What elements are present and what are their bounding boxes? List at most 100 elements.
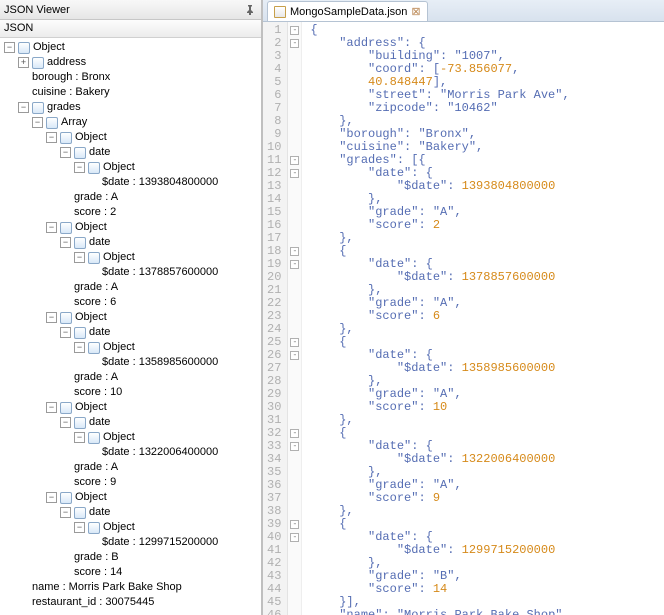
- node-label: date: [89, 325, 110, 340]
- collapse-icon[interactable]: −: [74, 342, 85, 353]
- collapse-icon[interactable]: −: [46, 222, 57, 233]
- fold-cell: [288, 583, 301, 596]
- fold-toggle-icon[interactable]: -: [290, 442, 299, 451]
- tree-node[interactable]: −Object: [0, 310, 261, 325]
- collapse-icon[interactable]: −: [46, 312, 57, 323]
- tree-node[interactable]: $date : 1299715200000: [0, 535, 261, 550]
- fold-toggle-icon[interactable]: -: [290, 429, 299, 438]
- code-content[interactable]: { "address": { "building": "1007", "coor…: [302, 22, 569, 615]
- fold-toggle-icon[interactable]: -: [290, 247, 299, 256]
- code-line[interactable]: },: [310, 414, 569, 427]
- collapse-icon[interactable]: −: [74, 162, 85, 173]
- tree-node[interactable]: −Object: [0, 220, 261, 235]
- fold-toggle-icon[interactable]: -: [290, 520, 299, 529]
- tree-node[interactable]: score : 14: [0, 565, 261, 580]
- node-label: score : 2: [74, 205, 116, 220]
- tree-node[interactable]: $date : 1358985600000: [0, 355, 261, 370]
- collapse-icon[interactable]: −: [4, 42, 15, 53]
- tree-node[interactable]: −Object: [0, 520, 261, 535]
- tree-node[interactable]: −Object: [0, 130, 261, 145]
- node-label: score : 6: [74, 295, 116, 310]
- tree-node[interactable]: score : 2: [0, 205, 261, 220]
- code-line[interactable]: },: [310, 323, 569, 336]
- tree-spacer: [60, 282, 71, 293]
- tree-node[interactable]: −Array: [0, 115, 261, 130]
- tree-node[interactable]: − grades: [0, 100, 261, 115]
- file-tab[interactable]: MongoSampleData.json ⊠: [267, 1, 428, 21]
- fold-toggle-icon[interactable]: -: [290, 533, 299, 542]
- fold-toggle-icon[interactable]: -: [290, 39, 299, 48]
- collapse-icon[interactable]: −: [60, 147, 71, 158]
- tree-node[interactable]: grade : A: [0, 190, 261, 205]
- tree-node[interactable]: name : Morris Park Bake Shop: [0, 580, 261, 595]
- tree-node[interactable]: restaurant_id : 30075445: [0, 595, 261, 610]
- node-label: restaurant_id : 30075445: [32, 595, 154, 610]
- tree-node[interactable]: score : 9: [0, 475, 261, 490]
- panel-title: JSON Viewer: [4, 4, 70, 16]
- tree-node[interactable]: grade : A: [0, 370, 261, 385]
- tree-node[interactable]: −date: [0, 505, 261, 520]
- fold-cell: [288, 479, 301, 492]
- fold-toggle-icon[interactable]: -: [290, 156, 299, 165]
- code-line[interactable]: "name": "Morris Park Bake Shop",: [310, 609, 569, 615]
- collapse-icon[interactable]: −: [18, 102, 29, 113]
- tree-node[interactable]: grade : A: [0, 460, 261, 475]
- fold-cell: [288, 284, 301, 297]
- tree-node[interactable]: borough : Bronx: [0, 70, 261, 85]
- fold-toggle-icon[interactable]: -: [290, 260, 299, 269]
- node-label: date: [89, 145, 110, 160]
- tree-node[interactable]: −Object: [0, 40, 261, 55]
- pin-icon[interactable]: [243, 3, 257, 17]
- collapse-icon[interactable]: −: [32, 117, 43, 128]
- collapse-icon[interactable]: −: [74, 432, 85, 443]
- tree-node[interactable]: $date : 1393804800000: [0, 175, 261, 190]
- code-line[interactable]: },: [310, 232, 569, 245]
- tree-node[interactable]: − date: [0, 325, 261, 340]
- tree-node[interactable]: −Object: [0, 430, 261, 445]
- fold-toggle-icon[interactable]: -: [290, 169, 299, 178]
- collapse-icon[interactable]: −: [74, 522, 85, 533]
- fold-toggle-icon[interactable]: -: [290, 338, 299, 347]
- node-label: grades: [47, 100, 81, 115]
- collapse-icon[interactable]: −: [60, 507, 71, 518]
- tree-node[interactable]: grade : A: [0, 280, 261, 295]
- tree-node[interactable]: − date: [0, 145, 261, 160]
- node-type-icon: [60, 132, 72, 144]
- tree-node[interactable]: −Object: [0, 490, 261, 505]
- collapse-icon[interactable]: −: [60, 417, 71, 428]
- tree-node[interactable]: cuisine : Bakery: [0, 85, 261, 100]
- collapse-icon[interactable]: −: [46, 402, 57, 413]
- json-tree[interactable]: −Object+addressborough : Bronxcuisine : …: [0, 38, 261, 615]
- collapse-icon[interactable]: −: [46, 132, 57, 143]
- tree-node[interactable]: score : 10: [0, 385, 261, 400]
- tree-node[interactable]: $date : 1322006400000: [0, 445, 261, 460]
- fold-toggle-icon[interactable]: -: [290, 26, 299, 35]
- collapse-icon[interactable]: −: [60, 237, 71, 248]
- tree-node[interactable]: −Object: [0, 340, 261, 355]
- node-type-icon: [18, 42, 30, 54]
- collapse-icon[interactable]: −: [46, 492, 57, 503]
- tree-node[interactable]: +address: [0, 55, 261, 70]
- fold-cell: [288, 310, 301, 323]
- fold-cell: [288, 89, 301, 102]
- expand-icon[interactable]: +: [18, 57, 29, 68]
- code-editor[interactable]: 1234567891011121314151617181920212223242…: [263, 22, 664, 615]
- tree-node[interactable]: −date: [0, 235, 261, 250]
- tree-node[interactable]: $date : 1378857600000: [0, 265, 261, 280]
- fold-cell: [288, 219, 301, 232]
- node-type-icon: [74, 327, 86, 339]
- tree-node[interactable]: −date: [0, 415, 261, 430]
- tree-node[interactable]: −Object: [0, 250, 261, 265]
- collapse-icon[interactable]: −: [74, 252, 85, 263]
- fold-cell: [288, 388, 301, 401]
- collapse-icon[interactable]: −: [60, 327, 71, 338]
- tree-node[interactable]: −Object: [0, 160, 261, 175]
- tree-spacer: [88, 447, 99, 458]
- tree-node[interactable]: grade : B: [0, 550, 261, 565]
- tree-node[interactable]: −Object: [0, 400, 261, 415]
- fold-toggle-icon[interactable]: -: [290, 351, 299, 360]
- code-line[interactable]: },: [310, 505, 569, 518]
- tree-node[interactable]: score : 6: [0, 295, 261, 310]
- node-label: $date : 1322006400000: [102, 445, 218, 460]
- close-icon[interactable]: ⊠: [411, 5, 420, 18]
